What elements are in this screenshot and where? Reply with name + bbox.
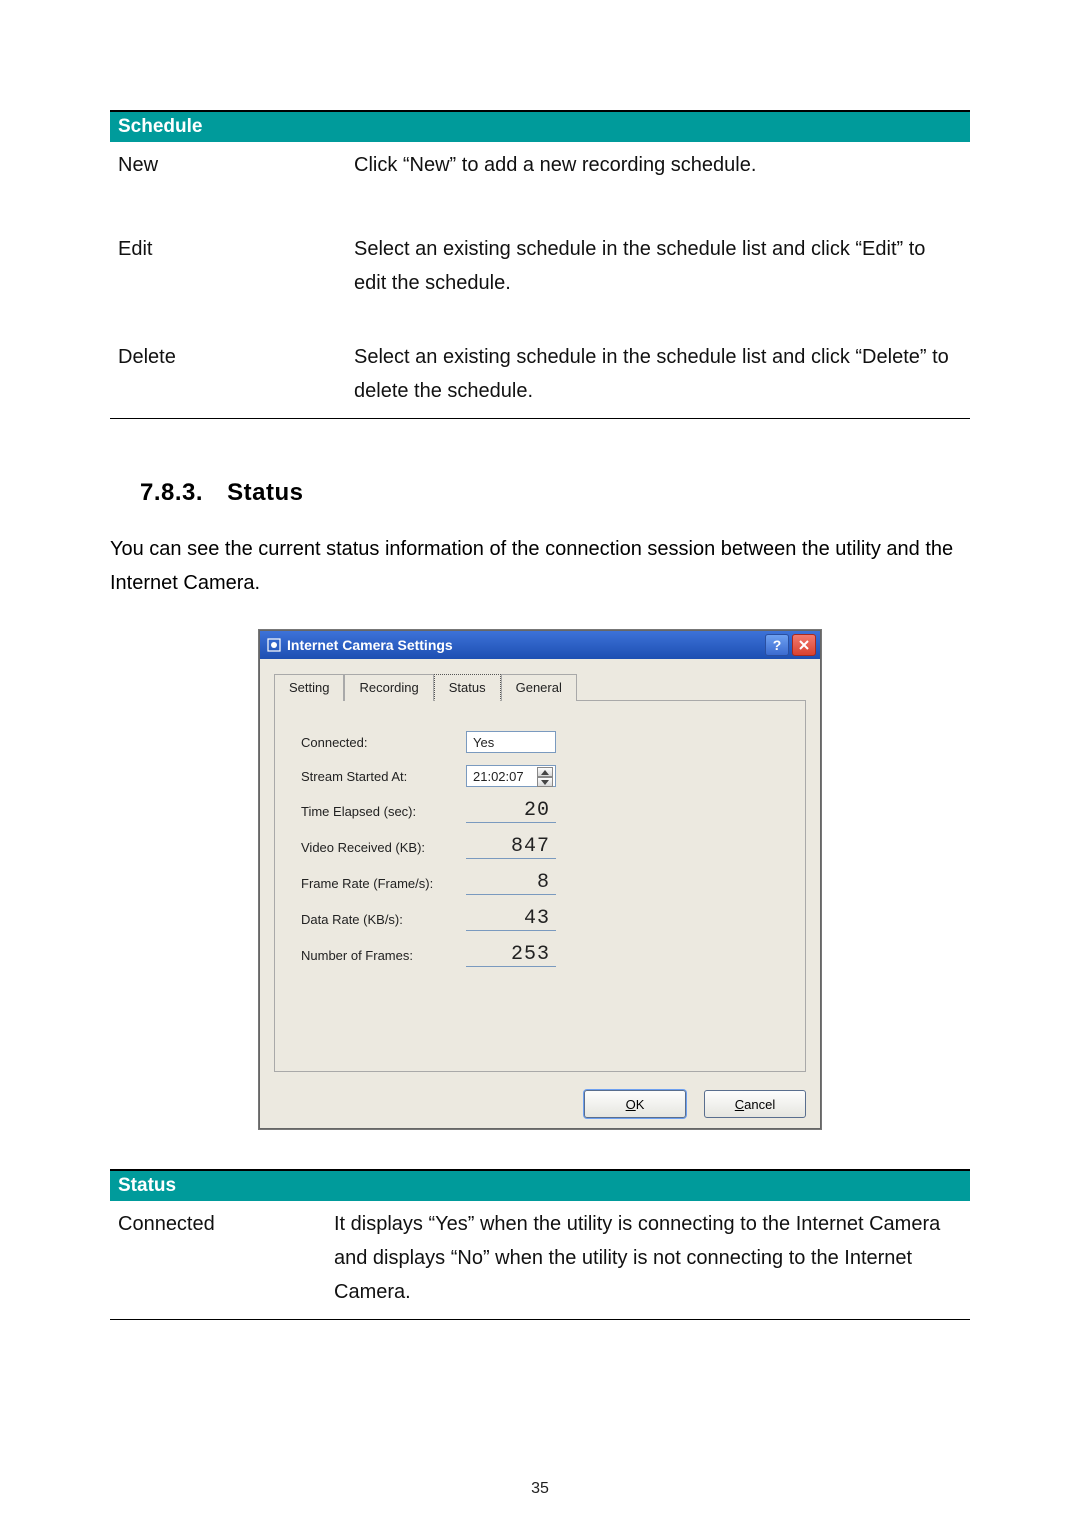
- tab-general[interactable]: General: [501, 674, 577, 701]
- stream-label: Stream Started At:: [301, 769, 466, 784]
- section-number: 7.8.3.: [140, 479, 220, 507]
- stream-value: 21:02:07: [473, 769, 524, 784]
- frames-value: 253: [466, 943, 556, 967]
- help-button[interactable]: ?: [765, 634, 789, 656]
- schedule-table-header-row: Schedule: [110, 111, 970, 142]
- dialog-body: Setting Recording Status General Connect…: [260, 659, 820, 1082]
- video-label: Video Received (KB):: [301, 840, 466, 855]
- app-icon: [266, 637, 282, 653]
- section-heading: 7.8.3. Status: [140, 479, 970, 507]
- close-button[interactable]: [792, 634, 816, 656]
- page-number: 35: [0, 1480, 1080, 1498]
- elapsed-value: 20: [466, 799, 556, 823]
- section-title: Status: [227, 479, 303, 506]
- tab-setting[interactable]: Setting: [274, 674, 344, 701]
- video-value: 847: [466, 835, 556, 859]
- row-desc: It displays “Yes” when the utility is co…: [326, 1201, 970, 1320]
- row-name: Edit: [110, 192, 346, 310]
- cancel-button[interactable]: Cancel: [704, 1090, 806, 1118]
- status-tab-panel: Connected: Yes Stream Started At: 21:02:…: [274, 701, 806, 1072]
- elapsed-row: Time Elapsed (sec): 20: [301, 799, 779, 823]
- row-desc: Select an existing schedule in the sched…: [346, 192, 970, 310]
- ok-suffix: K: [636, 1097, 645, 1112]
- frames-label: Number of Frames:: [301, 948, 466, 963]
- status-table-header-row: Status: [110, 1170, 970, 1201]
- frame-label: Frame Rate (Frame/s):: [301, 876, 466, 891]
- schedule-header: Schedule: [110, 111, 970, 142]
- tab-strip: Setting Recording Status General: [274, 673, 806, 701]
- frames-row: Number of Frames: 253: [301, 943, 779, 967]
- table-row: Connected It displays “Yes” when the uti…: [110, 1201, 970, 1320]
- cancel-suffix: ancel: [744, 1097, 775, 1112]
- dialog-title: Internet Camera Settings: [287, 637, 765, 653]
- status-table: Status Connected It displays “Yes” when …: [110, 1169, 970, 1320]
- settings-dialog: Internet Camera Settings ? Setting Recor…: [259, 630, 821, 1129]
- spinner-buttons[interactable]: [537, 767, 553, 787]
- datarate-value: 43: [466, 907, 556, 931]
- row-name: Delete: [110, 310, 346, 419]
- spin-up-icon[interactable]: [537, 767, 553, 777]
- table-row: New Click “New” to add a new recording s…: [110, 142, 970, 192]
- tab-recording[interactable]: Recording: [344, 674, 433, 701]
- frame-row: Frame Rate (Frame/s): 8: [301, 871, 779, 895]
- row-desc: Select an existing schedule in the sched…: [346, 310, 970, 419]
- dialog-titlebar[interactable]: Internet Camera Settings ?: [260, 631, 820, 659]
- spin-down-icon[interactable]: [537, 777, 553, 787]
- stream-value-spinner[interactable]: 21:02:07: [466, 765, 556, 787]
- connected-label: Connected:: [301, 735, 466, 750]
- video-row: Video Received (KB): 847: [301, 835, 779, 859]
- section-paragraph: You can see the current status informati…: [110, 532, 970, 600]
- connected-row: Connected: Yes: [301, 731, 779, 753]
- row-desc: Click “New” to add a new recording sched…: [346, 142, 970, 192]
- stream-row: Stream Started At: 21:02:07: [301, 765, 779, 787]
- table-row: Delete Select an existing schedule in th…: [110, 310, 970, 419]
- row-name: New: [110, 142, 346, 192]
- schedule-table: Schedule New Click “New” to add a new re…: [110, 110, 970, 419]
- datarate-label: Data Rate (KB/s):: [301, 912, 466, 927]
- tab-status[interactable]: Status: [434, 674, 501, 701]
- table-row: Edit Select an existing schedule in the …: [110, 192, 970, 310]
- status-header: Status: [110, 1170, 970, 1201]
- datarate-row: Data Rate (KB/s): 43: [301, 907, 779, 931]
- connected-value: Yes: [466, 731, 556, 753]
- elapsed-label: Time Elapsed (sec):: [301, 804, 466, 819]
- ok-button[interactable]: OK: [584, 1090, 686, 1118]
- dialog-button-row: OK Cancel: [260, 1082, 820, 1128]
- frame-value: 8: [466, 871, 556, 895]
- row-name: Connected: [110, 1201, 326, 1320]
